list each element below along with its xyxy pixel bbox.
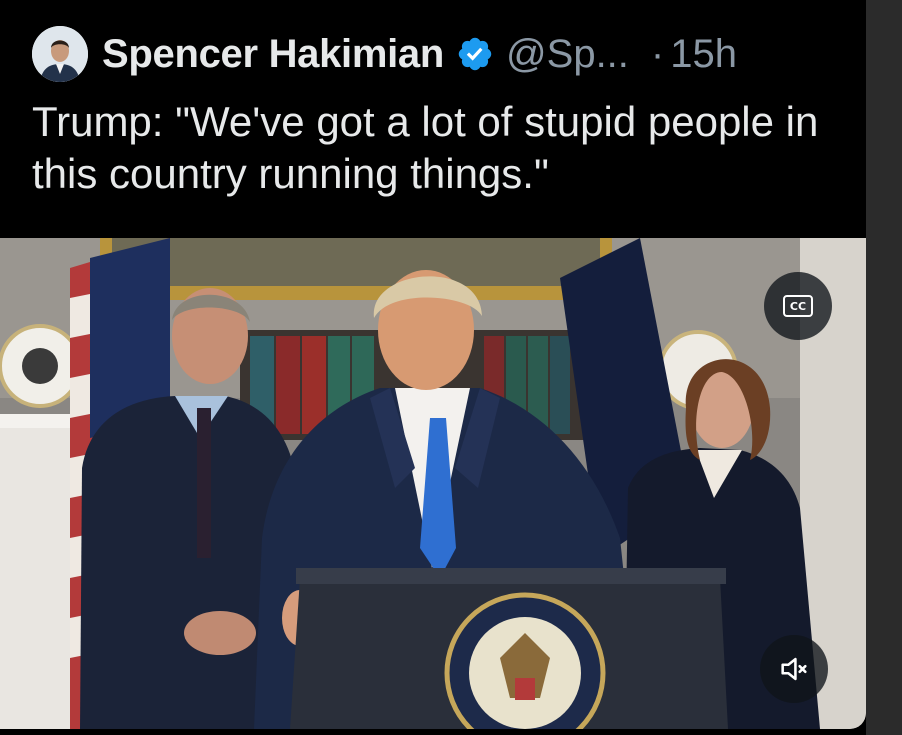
video-player[interactable]: CC [0,238,866,729]
speaker-muted-icon [781,657,807,681]
closed-captions-icon: CC [783,295,813,317]
author-name[interactable]: Spencer Hakimian [102,32,444,77]
tweet-text: Trump: "We've got a lot of stupid people… [32,98,819,197]
tweet-header: Spencer Hakimian @Sp... · 15h [32,26,737,82]
author-handle[interactable]: @Sp... [506,32,629,77]
separator-dot: · [650,31,665,76]
mute-button[interactable] [760,635,828,703]
timestamp[interactable]: 15h [670,32,737,77]
avatar[interactable] [32,26,88,82]
tweet-card[interactable]: Spencer Hakimian @Sp... · 15h Trump: "We… [0,0,866,729]
verified-badge-icon [458,37,492,71]
video-frame [0,238,866,729]
window-edge [866,0,902,735]
captions-button[interactable]: CC [764,272,832,340]
avatar-photo [32,26,88,82]
